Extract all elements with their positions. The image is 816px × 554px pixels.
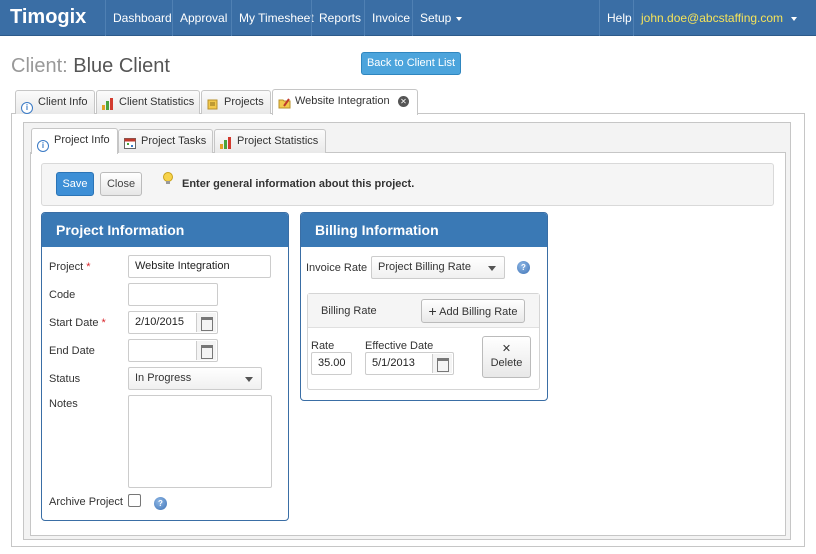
info-icon: i	[37, 134, 49, 152]
nav-approval[interactable]: Approval	[172, 0, 234, 36]
back-to-client-list-button[interactable]: Back to Client List	[361, 52, 461, 75]
calendar-icon[interactable]	[196, 313, 216, 332]
rate-input[interactable]: 35.00	[311, 352, 352, 375]
user-email: john.doe@abcstaffing.com	[641, 11, 784, 25]
folder-edit-icon	[278, 95, 291, 109]
help-icon[interactable]: ?	[154, 497, 167, 510]
close-button[interactable]: Close	[100, 172, 142, 196]
tab-label: Website Integration	[295, 95, 390, 107]
client-name: Blue Client	[73, 55, 170, 77]
required-marker: *	[86, 261, 91, 273]
chevron-down-icon	[456, 16, 463, 21]
help-icon[interactable]: ?	[517, 261, 530, 274]
tab-label: Client Info	[38, 96, 88, 108]
calendar-icon[interactable]	[432, 354, 452, 373]
tab-label: Projects	[224, 96, 264, 108]
code-input[interactable]	[128, 283, 218, 306]
close-tab-icon[interactable]: ✕	[398, 96, 409, 107]
page-title: Client: Blue Client	[11, 55, 170, 78]
required-marker: *	[101, 317, 106, 329]
tab-label: Project Info	[54, 134, 110, 146]
tab-label: Project Tasks	[141, 135, 207, 147]
nav-my-timesheet[interactable]: My Timesheet	[231, 0, 321, 36]
tab-client-info[interactable]: i Client Info	[15, 90, 95, 114]
save-button[interactable]: Save	[56, 172, 94, 196]
effective-date-input[interactable]: 5/1/2013	[365, 352, 454, 375]
brand-logo[interactable]: Timogix	[10, 6, 86, 29]
tab-projects[interactable]: Projects	[201, 90, 271, 114]
start-date-value: 2/10/2015	[135, 316, 184, 328]
client-prefix: Client:	[11, 55, 68, 77]
info-icon: i	[21, 96, 33, 114]
tab-website-integration[interactable]: Website Integration ✕	[272, 89, 418, 115]
calendar-icon	[124, 135, 136, 149]
user-menu[interactable]: john.doe@abcstaffing.com	[633, 0, 804, 36]
code-label: Code	[49, 289, 76, 301]
notes-label: Notes	[49, 398, 78, 410]
invoice-rate-select[interactable]: Project Billing Rate	[371, 256, 505, 279]
nav-dashboard[interactable]: Dashboard	[105, 0, 179, 36]
effective-date-value: 5/1/2013	[372, 357, 415, 369]
invoice-rate-label: Invoice Rate	[306, 262, 368, 274]
tab-label: Project Statistics	[237, 135, 319, 147]
status-label: Status	[49, 373, 81, 385]
invoice-rate-value: Project Billing Rate	[378, 261, 471, 273]
delete-rate-button[interactable]: ✕ Delete	[482, 336, 531, 378]
status-select[interactable]: In Progress	[128, 367, 262, 390]
billing-rate-label: Billing Rate	[321, 305, 377, 317]
billing-information-title: Billing Information	[301, 213, 547, 247]
plus-icon: +	[428, 303, 437, 319]
status-value: In Progress	[135, 372, 192, 384]
archive-project-checkbox[interactable]	[128, 494, 141, 507]
chevron-down-icon	[791, 16, 798, 21]
project-label: Project *	[49, 261, 91, 273]
nav-invoice[interactable]: Invoice	[364, 0, 417, 36]
chevron-down-icon	[245, 377, 253, 382]
notes-icon	[207, 96, 219, 110]
tab-label: Client Statistics	[119, 96, 195, 108]
project-information-title: Project Information	[42, 213, 288, 247]
tab-project-tasks[interactable]: Project Tasks	[118, 129, 213, 153]
lightbulb-icon	[162, 172, 174, 186]
nav-reports[interactable]: Reports	[311, 0, 368, 36]
top-navbar: Timogix Dashboard Approval My Timesheet …	[0, 0, 816, 36]
tab-project-statistics[interactable]: Project Statistics	[214, 129, 326, 153]
project-name-input[interactable]: Website Integration	[128, 255, 271, 278]
nav-setup[interactable]: Setup	[412, 0, 469, 36]
effective-date-label: Effective Date	[365, 340, 434, 352]
tab-client-statistics[interactable]: Client Statistics	[96, 90, 200, 114]
start-date-label: Start Date *	[49, 317, 106, 329]
notes-textarea[interactable]	[128, 395, 272, 488]
calendar-icon[interactable]	[196, 341, 216, 360]
start-date-input[interactable]: 2/10/2015	[128, 311, 218, 334]
add-billing-rate-label: Add Billing Rate	[439, 306, 518, 318]
rate-label: Rate	[311, 340, 335, 352]
end-date-label: End Date	[49, 345, 95, 357]
archive-project-label: Archive Project	[49, 496, 123, 508]
chevron-down-icon	[488, 266, 496, 271]
end-date-input[interactable]	[128, 339, 218, 362]
tab-project-info[interactable]: i Project Info	[31, 128, 118, 154]
close-icon: ✕	[501, 343, 512, 355]
bar-chart-icon	[102, 96, 114, 110]
nav-setup-label: Setup	[420, 11, 452, 25]
add-billing-rate-button[interactable]: + Add Billing Rate	[421, 299, 525, 323]
bar-chart-icon	[220, 135, 232, 149]
delete-label: Delete	[490, 357, 523, 369]
hint-text: Enter general information about this pro…	[182, 178, 415, 190]
